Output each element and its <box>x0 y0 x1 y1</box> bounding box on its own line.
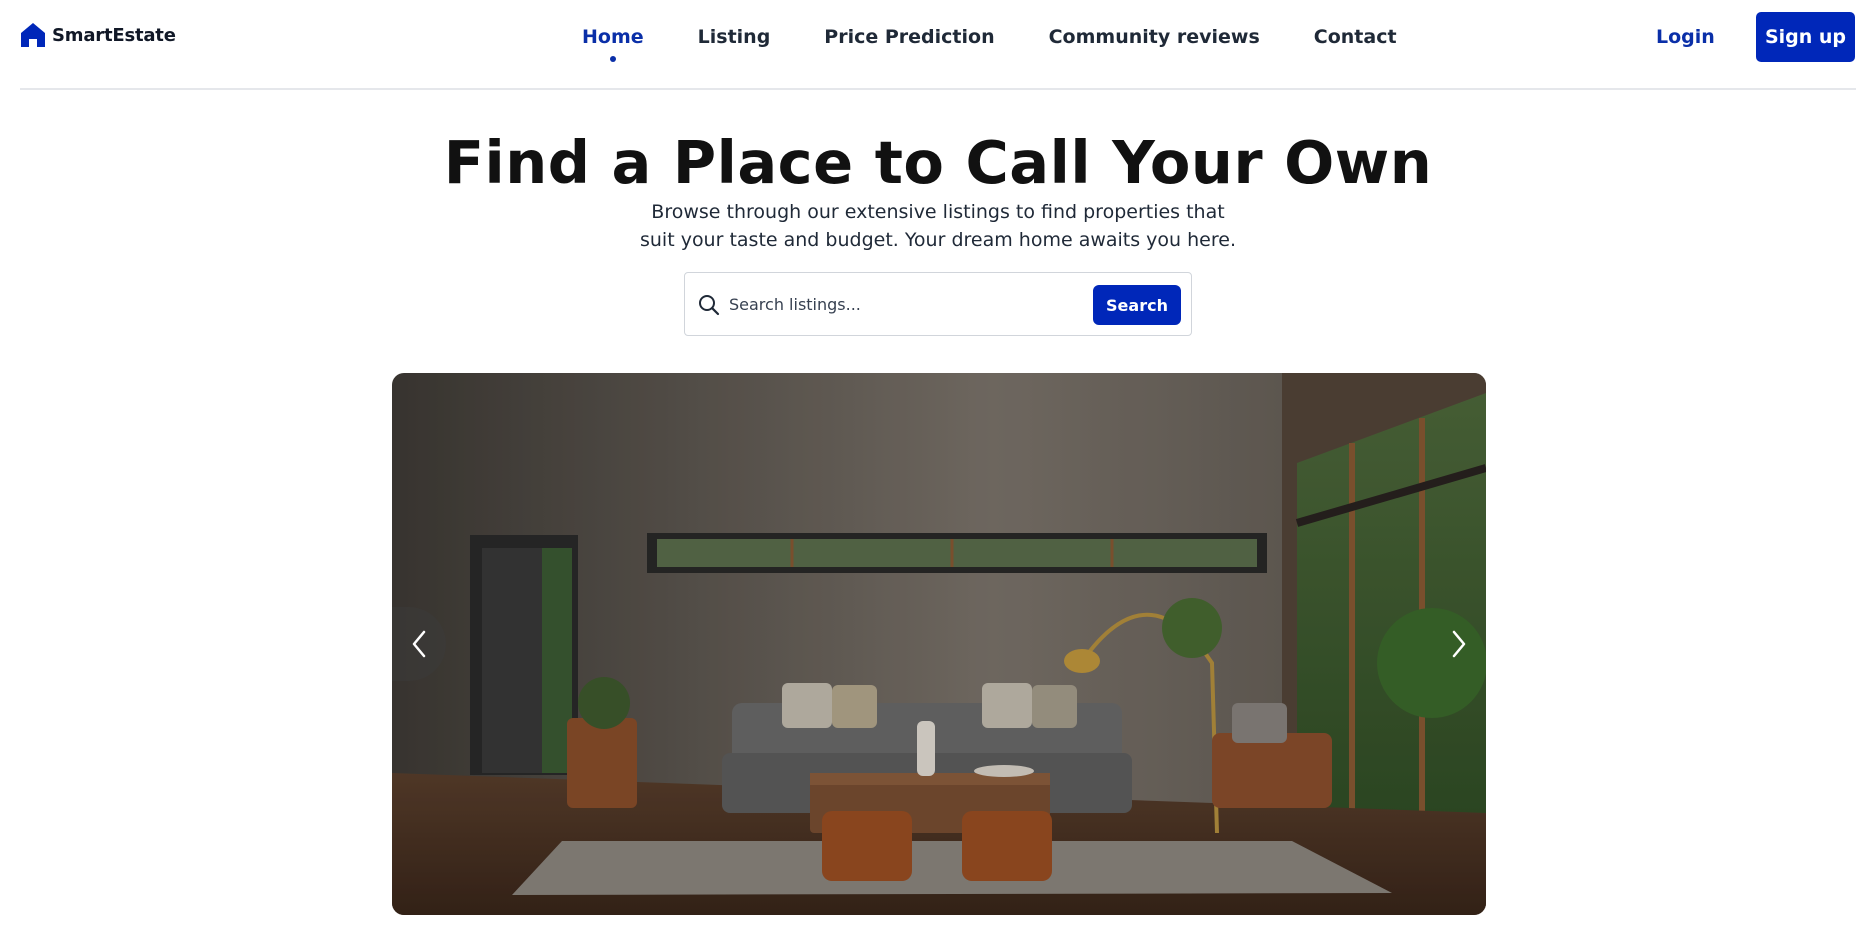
search-icon <box>699 295 720 316</box>
login-link[interactable]: Login <box>1656 22 1715 52</box>
hero-carousel <box>392 373 1486 915</box>
main-nav: Home Listing Price Prediction Community … <box>555 22 1424 62</box>
hero-title: Find a Place to Call Your Own <box>443 128 1433 197</box>
header-divider <box>20 88 1856 90</box>
nav-item-label: Price Prediction <box>824 26 995 48</box>
search-bar: Search <box>684 272 1192 336</box>
nav-item-contact[interactable]: Contact <box>1287 22 1424 52</box>
nav-item-label: Community reviews <box>1048 26 1260 48</box>
search-button[interactable]: Search <box>1093 285 1181 325</box>
living-room-image <box>392 373 1486 915</box>
search-input[interactable] <box>729 287 1059 321</box>
hero-subtitle: Browse through our extensive listings to… <box>639 201 1236 251</box>
active-indicator-dot <box>609 56 616 62</box>
signup-button[interactable]: Sign up <box>1756 12 1855 62</box>
brand-logo[interactable]: SmartEstate <box>20 22 176 48</box>
house-icon <box>21 23 45 47</box>
brand-name: SmartEstate <box>52 24 176 46</box>
chevron-left-icon <box>412 630 426 658</box>
nav-item-community-reviews[interactable]: Community reviews <box>1022 22 1287 52</box>
nav-item-home[interactable]: Home <box>555 22 671 62</box>
nav-item-price-prediction[interactable]: Price Prediction <box>797 22 1021 52</box>
chevron-right-icon <box>1452 630 1466 658</box>
site-header: SmartEstate Home Listing Price Predictio… <box>0 0 1876 90</box>
carousel-next-button[interactable] <box>1432 607 1486 681</box>
nav-item-label: Listing <box>697 26 771 48</box>
nav-item-label: Home <box>582 26 644 48</box>
nav-item-label: Contact <box>1313 26 1397 48</box>
nav-item-listing[interactable]: Listing <box>671 22 798 52</box>
